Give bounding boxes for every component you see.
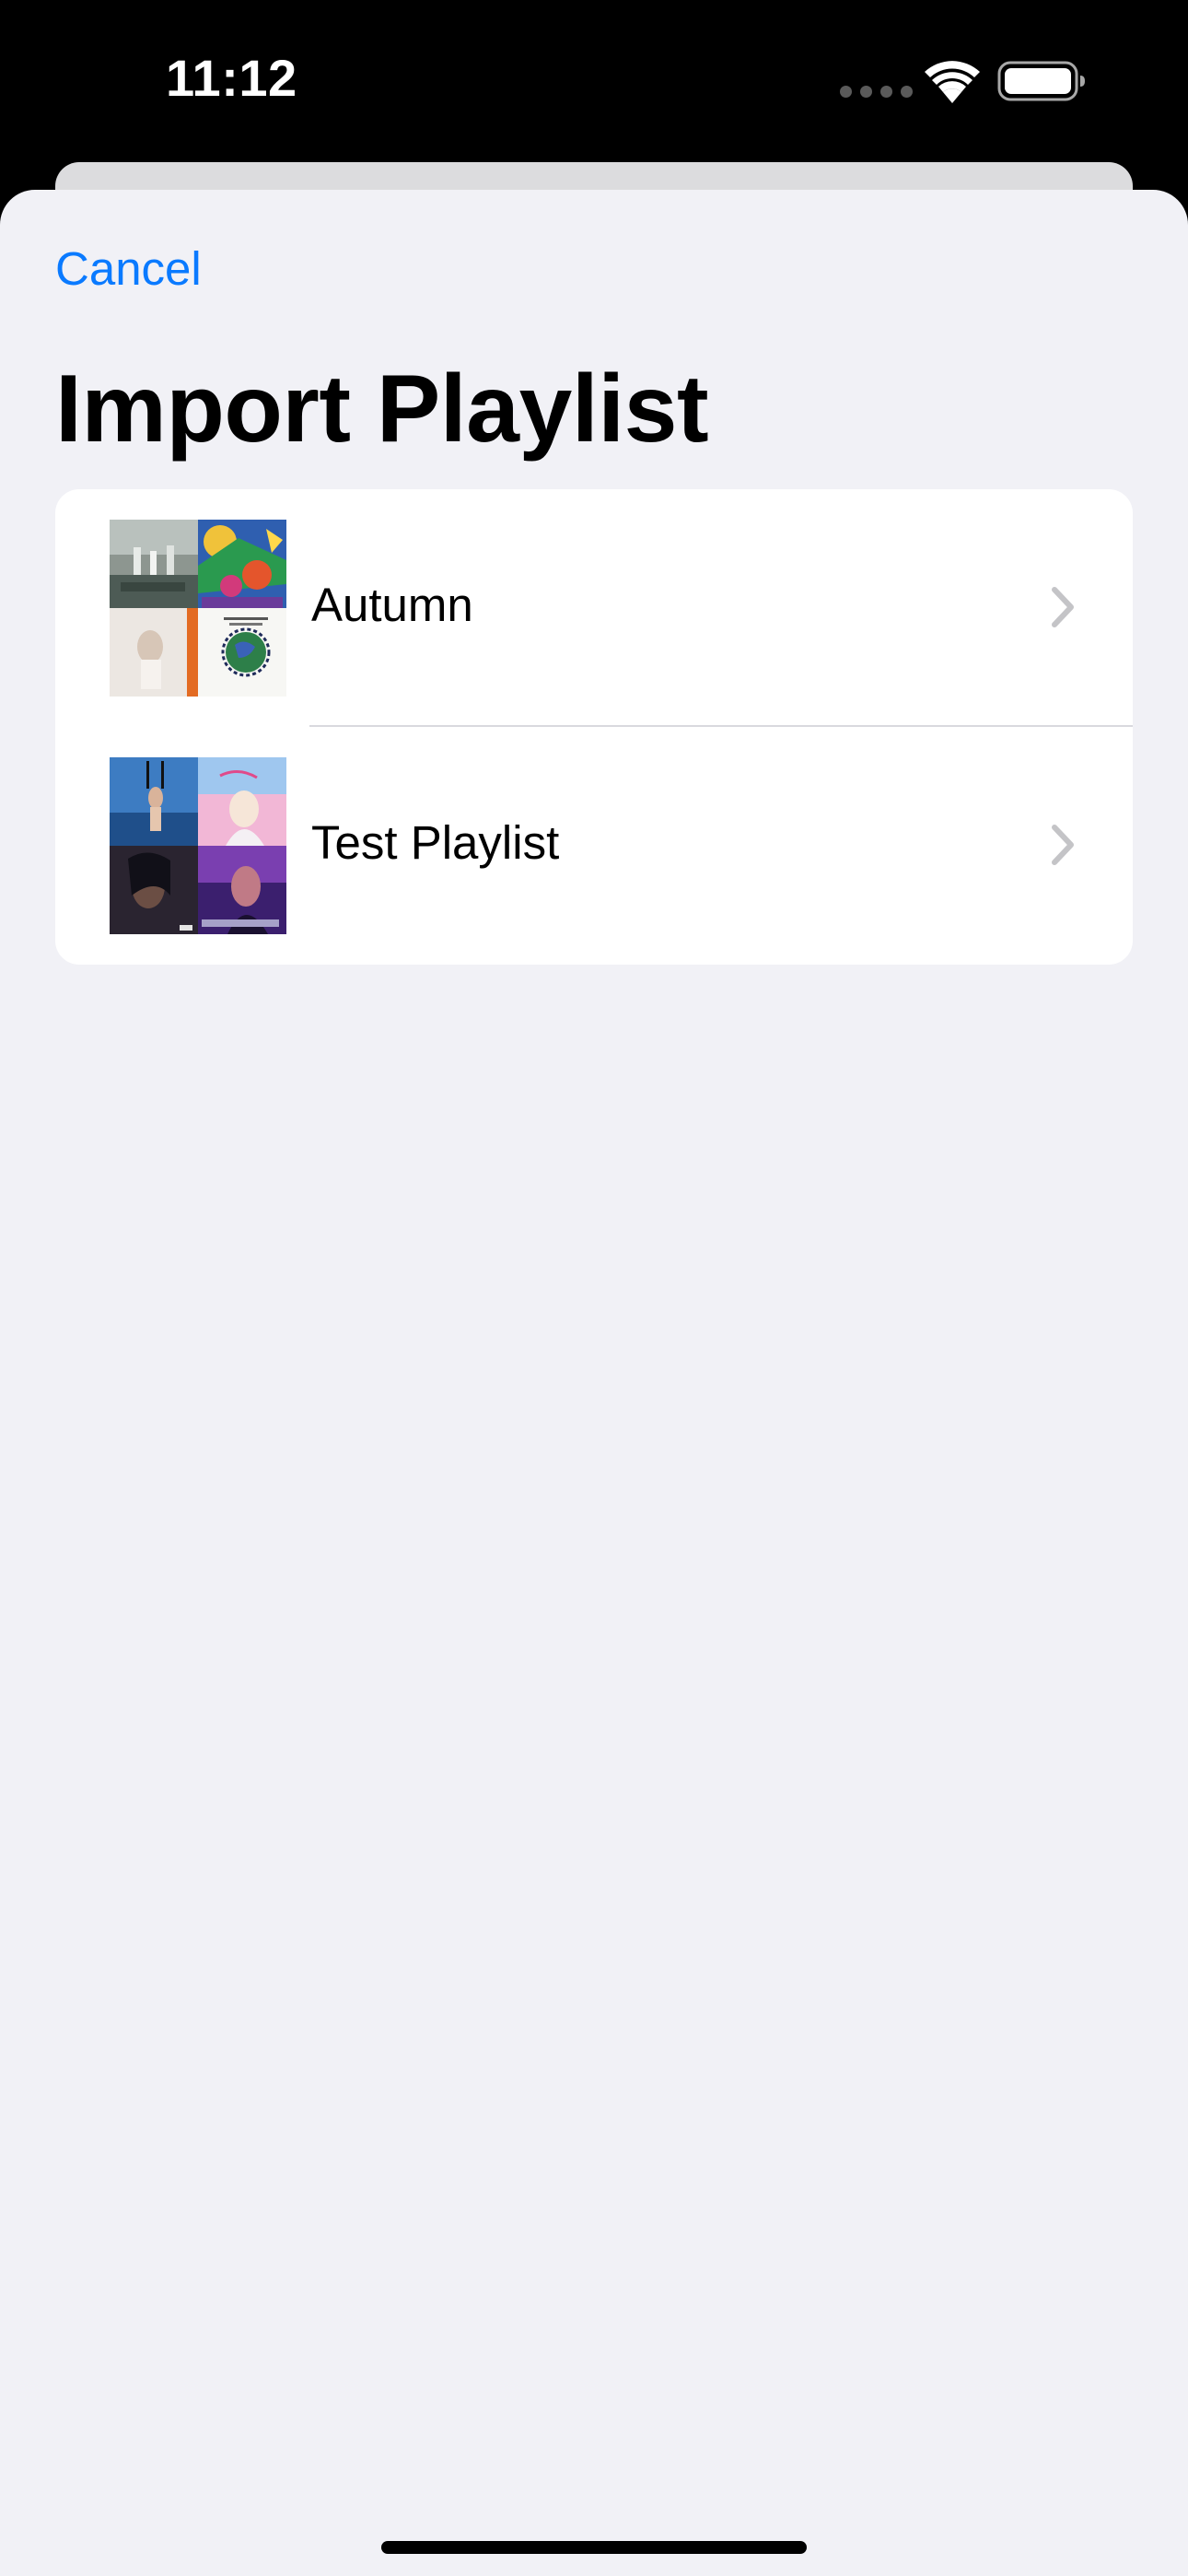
playlist-row-autumn[interactable]: Autumn bbox=[55, 489, 1133, 727]
page-title: Import Playlist bbox=[55, 356, 709, 463]
battery-icon bbox=[997, 61, 1085, 101]
status-bar: 11:12 bbox=[0, 0, 1188, 162]
playlist-list: Autumn Test Playlist bbox=[55, 489, 1133, 965]
playlist-name: Autumn bbox=[311, 579, 473, 631]
wifi-icon bbox=[925, 61, 980, 103]
chevron-right-icon bbox=[1052, 587, 1074, 627]
chevron-right-icon bbox=[1052, 825, 1074, 865]
playlist-name: Test Playlist bbox=[311, 816, 560, 869]
playlist-row-test-playlist[interactable]: Test Playlist bbox=[55, 727, 1133, 965]
playlist-artwork bbox=[110, 757, 286, 934]
cancel-button[interactable]: Cancel bbox=[55, 241, 202, 296]
playlist-artwork bbox=[110, 520, 286, 697]
home-indicator[interactable] bbox=[381, 2541, 807, 2554]
status-time: 11:12 bbox=[166, 49, 297, 107]
signal-dots-icon bbox=[840, 86, 913, 98]
